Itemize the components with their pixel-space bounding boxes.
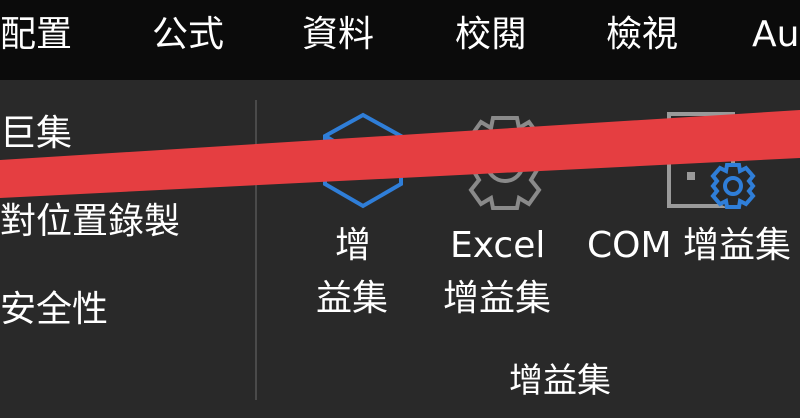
addins-label-line1: 增	[335, 225, 372, 266]
macros-button[interactable]: 巨集	[0, 112, 72, 156]
macro-security-button[interactable]: 安全性	[0, 288, 108, 332]
addins-hexagon-icon	[323, 112, 403, 209]
excel-addins-label-line2: 增益集	[443, 278, 552, 319]
excel-addins-button[interactable]: Excel 增益集	[440, 105, 570, 335]
com-addins-icon	[667, 112, 756, 209]
group-separator	[255, 100, 257, 400]
com-addins-button[interactable]: COM 增益集	[585, 105, 800, 285]
ribbon-tab-bar: 配置 公式 資料 校閱 檢視 Au	[0, 0, 800, 80]
tab-automate[interactable]: Au	[752, 12, 799, 58]
excel-addins-label-line1: Excel	[450, 225, 546, 266]
tab-view[interactable]: 檢視	[606, 12, 678, 58]
addins-button[interactable]: 增 益集	[300, 105, 430, 335]
tab-formulas[interactable]: 公式	[152, 12, 224, 58]
tab-review[interactable]: 校閱	[455, 12, 527, 58]
com-addins-label: COM 增益集	[587, 225, 791, 266]
gear-icon	[468, 116, 542, 210]
addins-group-label: 增益集	[509, 361, 611, 401]
record-relative-button[interactable]: 對位置錄製	[0, 200, 180, 244]
tab-data[interactable]: 資料	[302, 12, 374, 58]
addins-label-line2: 益集	[316, 278, 389, 319]
tab-page-layout[interactable]: 配置	[0, 12, 72, 58]
